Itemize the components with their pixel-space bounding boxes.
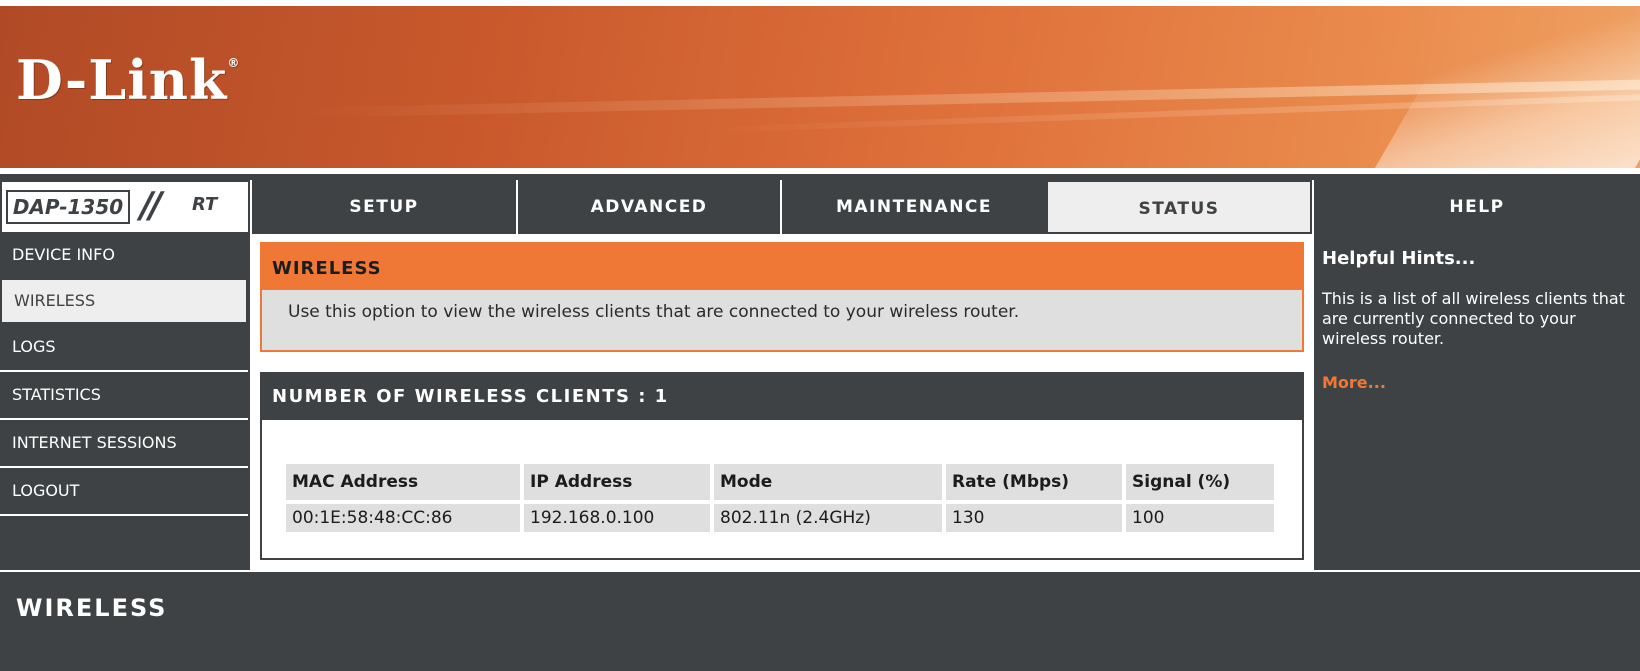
wireless-clients-table: MAC Address IP Address Mode Rate (Mbps) … (282, 460, 1278, 536)
helpful-hints-panel: Helpful Hints... This is a list of all w… (1312, 234, 1640, 570)
left-sidebar: DEVICE INFO WIRELESS LOGS STATISTICS INT… (0, 234, 250, 570)
sidebar-item-logs[interactable]: LOGS (0, 326, 248, 372)
cell-mode: 802.11n (2.4GHz) (714, 504, 942, 532)
footer-bar: WIRELESS (0, 570, 1640, 671)
tab-status[interactable]: STATUS (1046, 180, 1312, 234)
table-header-row: MAC Address IP Address Mode Rate (Mbps) … (286, 464, 1274, 500)
wireless-section-title: WIRELESS (262, 244, 1302, 290)
sidebar-item-statistics[interactable]: STATISTICS (0, 374, 248, 420)
cell-ip-address: 192.168.0.100 (524, 504, 710, 532)
column-header: Rate (Mbps) (946, 464, 1122, 500)
header-banner: D-Link® (0, 0, 1640, 168)
tab-help[interactable]: HELP (1312, 180, 1640, 234)
wireless-section-description: Use this option to view the wireless cli… (288, 302, 1020, 322)
footer-label: WIRELESS (16, 594, 168, 622)
model-name: DAP-1350 (6, 190, 130, 224)
wireless-clients-section: NUMBER OF WIRELESS CLIENTS : 1 MAC Addre… (260, 372, 1304, 560)
sidebar-item-wireless[interactable]: WIRELESS (0, 278, 248, 324)
model-badge: DAP-1350 // RT (0, 180, 250, 234)
tab-setup[interactable]: SETUP (250, 180, 516, 234)
cell-signal: 100 (1126, 504, 1274, 532)
model-slashes: // (140, 185, 162, 226)
top-nav-bar: DAP-1350 // RT SETUP ADVANCED MAINTENANC… (0, 168, 1640, 234)
wireless-clients-title: NUMBER OF WIRELESS CLIENTS : 1 (262, 374, 1302, 420)
hints-title: Helpful Hints... (1322, 248, 1476, 269)
table-row: 00:1E:58:48:CC:86 192.168.0.100 802.11n … (286, 504, 1274, 532)
cell-mac-address: 00:1E:58:48:CC:86 (286, 504, 520, 532)
dlink-logo: D-Link® (16, 48, 241, 112)
column-header: IP Address (524, 464, 710, 500)
wireless-section: WIRELESS Use this option to view the wir… (260, 242, 1304, 352)
column-header: Mode (714, 464, 942, 500)
banner-top-strip (0, 0, 1640, 6)
column-header: Signal (%) (1126, 464, 1274, 500)
sidebar-item-logout[interactable]: LOGOUT (0, 470, 248, 516)
tab-maintenance[interactable]: MAINTENANCE (780, 180, 1046, 234)
hints-text: This is a list of all wireless clients t… (1322, 289, 1625, 348)
cell-rate: 130 (946, 504, 1122, 532)
column-header: MAC Address (286, 464, 520, 500)
main-content: WIRELESS Use this option to view the wir… (250, 234, 1312, 570)
model-suffix: RT (192, 194, 218, 215)
tab-advanced[interactable]: ADVANCED (516, 180, 780, 234)
sidebar-item-internet-sessions[interactable]: INTERNET SESSIONS (0, 422, 248, 468)
sidebar-item-device-info[interactable]: DEVICE INFO (0, 234, 248, 280)
hints-more-link[interactable]: More... (1322, 373, 1386, 392)
